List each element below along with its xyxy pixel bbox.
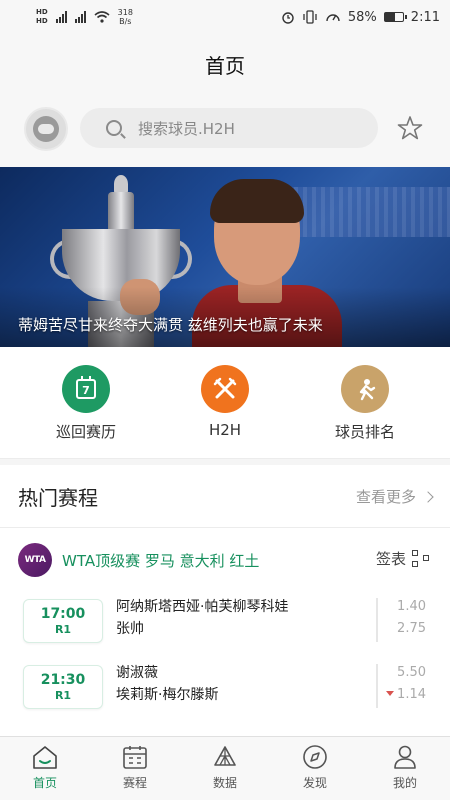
match-time-box: 17:00 R1 (23, 599, 103, 643)
draw-button[interactable]: 签表 (376, 548, 430, 569)
odds-separator (376, 664, 378, 708)
hd-icon: HD HD (36, 8, 48, 25)
match-players: 谢淑薇 埃莉斯·梅尔滕斯 (116, 662, 218, 706)
match-round: R1 (54, 689, 72, 702)
tab-home[interactable]: 首页 (0, 737, 90, 800)
bracket-icon (412, 549, 430, 568)
tab-label: 首页 (32, 776, 57, 790)
quick-nav-player-ranking[interactable]: 球员排名 (305, 365, 425, 442)
view-more-label: 查看更多 (355, 488, 416, 506)
star-icon[interactable] (396, 114, 424, 142)
status-bar: HD HD 318 B/s 58% 2:11 (0, 0, 450, 34)
status-left: HD HD 318 B/s (36, 8, 133, 26)
tournament-row[interactable]: WTA WTA顶级赛 罗马 意大利 红土 签表 (0, 530, 450, 590)
match-odds: 5.50 1.14 (386, 662, 426, 706)
banner-caption: 蒂姆苦尽甘来终夺大满贯 兹维列夫也赢了未来 (18, 316, 323, 334)
tab-data[interactable]: 数据 (180, 737, 270, 800)
tab-schedule[interactable]: 赛程 (90, 737, 180, 800)
schedule-icon (123, 746, 147, 769)
speed-icon (326, 14, 340, 22)
odds-separator (376, 598, 378, 642)
battery-icon (383, 12, 407, 22)
profile-icon (394, 745, 416, 769)
match-round: R1 (54, 623, 72, 636)
search-row: 搜索球员.H2H (0, 94, 450, 167)
tournament-name: WTA顶级赛 罗马 意大利 红土 (62, 551, 260, 570)
match-players: 阿纳斯塔西娅·帕芙柳琴科娃 张帅 (116, 596, 288, 640)
draw-label: 签表 (375, 550, 406, 568)
section-divider (0, 459, 450, 465)
signal-icon (55, 11, 67, 23)
search-placeholder: 搜索球员.H2H (138, 119, 235, 138)
bottom-tab-bar: 首页 赛程 数据 发现 我的 (0, 736, 450, 800)
odds-down-icon (386, 691, 395, 696)
search-icon (106, 120, 122, 136)
match-time-box: 21:30 R1 (23, 665, 103, 709)
player-1: 阿纳斯塔西娅·帕芙柳琴科娃 (116, 599, 289, 615)
player-ranking-icon (341, 365, 389, 413)
quick-nav-label: 球员排名 (334, 423, 395, 441)
clock: 2:11 (410, 9, 440, 25)
tab-label: 我的 (392, 776, 417, 790)
wta-logo: WTA (18, 543, 52, 577)
compass-icon (303, 745, 327, 769)
vibrate-icon (303, 10, 317, 24)
odds-1: 5.50 (397, 665, 426, 680)
chevron-right-icon (422, 490, 434, 503)
player-2: 埃莉斯·梅尔滕斯 (116, 687, 219, 703)
tab-label: 数据 (212, 776, 237, 790)
quick-nav-label: 巡回赛历 (55, 423, 116, 441)
match-row[interactable]: 17:00 R1 阿纳斯塔西娅·帕芙柳琴科娃 张帅 1.40 2.75 (0, 590, 450, 656)
battery-percent: 58% (347, 9, 377, 25)
news-banner[interactable]: 蒂姆苦尽甘来终夺大满贯 兹维列夫也赢了未来 (0, 167, 450, 347)
network-speed: 318 B/s (117, 8, 133, 26)
quick-nav-h2h[interactable]: H2H (165, 365, 285, 439)
player-2: 张帅 (116, 621, 144, 637)
odds-1: 1.40 (397, 599, 426, 614)
crossed-rackets-icon (201, 365, 249, 413)
odds-2: 2.75 (397, 621, 426, 636)
avatar[interactable] (24, 107, 68, 151)
tab-label: 发现 (302, 776, 327, 790)
app-header: 首页 (0, 34, 450, 94)
search-input[interactable]: 搜索球员.H2H (80, 108, 378, 148)
avatar-icon (33, 116, 59, 142)
home-icon (33, 746, 57, 769)
tab-discover[interactable]: 发现 (270, 737, 360, 800)
wifi-icon (94, 11, 110, 23)
calendar-icon: 7 (62, 365, 110, 413)
tab-me[interactable]: 我的 (360, 737, 450, 800)
data-icon (214, 746, 236, 766)
view-more-link[interactable]: 查看更多 (355, 486, 434, 507)
quick-nav: 7 巡回赛历 H2H 球员排名 (0, 347, 450, 459)
match-odds: 1.40 2.75 (397, 596, 426, 640)
hot-schedule-header: 热门赛程 查看更多 (0, 466, 450, 528)
player-1: 谢淑薇 (116, 665, 158, 681)
tab-label: 赛程 (122, 776, 147, 790)
signal-icon-2 (74, 11, 86, 23)
match-row[interactable]: 21:30 R1 谢淑薇 埃莉斯·梅尔滕斯 5.50 1.14 (0, 656, 450, 722)
quick-nav-label: H2H (208, 421, 242, 439)
section-title: 热门赛程 (18, 486, 98, 510)
alarm-icon (282, 12, 294, 24)
quick-nav-tour-calendar[interactable]: 7 巡回赛历 (26, 365, 146, 442)
match-time: 17:00 (40, 606, 86, 622)
page-title: 首页 (205, 53, 245, 78)
odds-2: 1.14 (397, 687, 426, 702)
status-right: 58% 2:11 (281, 10, 440, 25)
match-time: 21:30 (40, 672, 86, 688)
